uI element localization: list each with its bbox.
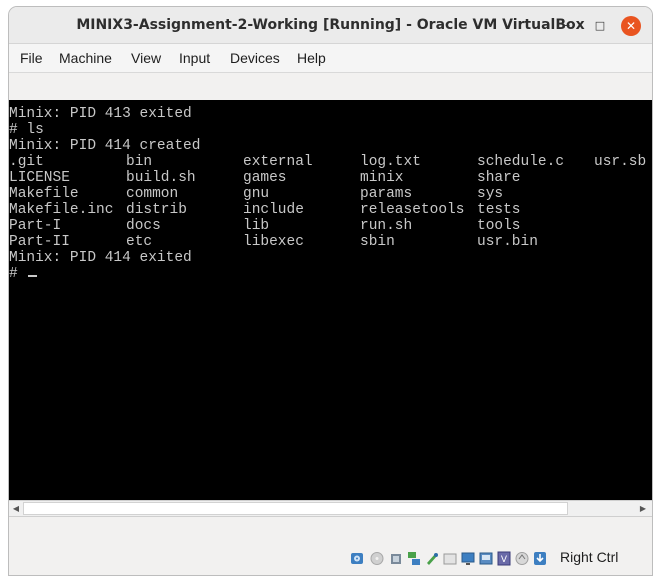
close-button[interactable]: ✕: [621, 16, 641, 36]
menu-help[interactable]: Help: [297, 44, 326, 73]
maximize-button[interactable]: □: [591, 17, 609, 35]
svg-text:V: V: [501, 555, 508, 565]
usb-icon[interactable]: [425, 551, 439, 566]
text-cursor: [28, 275, 37, 277]
shared-folders-icon[interactable]: [443, 551, 457, 566]
ls-entry: bin: [126, 154, 153, 170]
host-key-label: Right Ctrl: [560, 549, 619, 565]
ls-entry: share: [477, 170, 521, 186]
terminal-line: Minix: PID 414 exited: [9, 250, 192, 266]
scrollbar-thumb[interactable]: [23, 502, 568, 515]
ls-entry: sys: [477, 186, 504, 202]
terminal-line: # ls: [9, 122, 44, 138]
ls-entry: common: [126, 186, 179, 202]
ls-entry: params: [360, 186, 413, 202]
network-icon[interactable]: [407, 551, 421, 566]
ls-entry: Makefile.inc: [9, 202, 114, 218]
ls-entry: log.txt: [360, 154, 421, 170]
menu-file[interactable]: File: [20, 44, 43, 73]
terminal-prompt: #: [9, 266, 18, 282]
terminal-line: Minix: PID 414 created: [9, 138, 201, 154]
ls-entry: include: [243, 202, 304, 218]
horizontal-scrollbar[interactable]: ◀ ▶: [9, 500, 652, 517]
ls-entry: games: [243, 170, 287, 186]
ls-entry: schedule.c: [477, 154, 565, 170]
ls-entry: tools: [477, 218, 521, 234]
ls-entry: .git: [9, 154, 44, 170]
ls-entry: lib: [243, 218, 270, 234]
virtualization-icon[interactable]: V: [497, 551, 511, 566]
ls-entry: minix: [360, 170, 404, 186]
recording-icon[interactable]: [479, 551, 493, 566]
menu-view[interactable]: View: [131, 44, 161, 73]
virtualbox-window: MINIX3-Assignment-2-Working [Running] - …: [9, 7, 652, 575]
ls-entry: usr.sb: [594, 154, 647, 170]
ls-entry: LICENSE: [9, 170, 70, 186]
scroll-left-icon[interactable]: ◀: [9, 501, 23, 516]
ls-entry: sbin: [360, 234, 395, 250]
display-icon[interactable]: [461, 551, 475, 566]
mouse-integration-icon[interactable]: [515, 551, 529, 566]
ls-entry: gnu: [243, 186, 270, 202]
ls-entry: Makefile: [9, 186, 79, 202]
ls-entry: tests: [477, 202, 521, 218]
menu-bar: File Machine View Input Devices Help: [9, 44, 652, 73]
audio-icon[interactable]: [389, 551, 403, 566]
ls-entry: Part-II: [9, 234, 70, 250]
menu-machine[interactable]: Machine: [59, 44, 112, 73]
status-bar: V Right Ctrl: [9, 517, 652, 575]
ls-entry: distrib: [126, 202, 187, 218]
minimize-button[interactable]: –: [558, 17, 576, 35]
optical-drive-icon[interactable]: [370, 551, 384, 566]
title-bar[interactable]: MINIX3-Assignment-2-Working [Running] - …: [9, 7, 652, 44]
keyboard-capture-icon[interactable]: [533, 551, 547, 566]
ls-entry: Part-I: [9, 218, 62, 234]
ls-entry: etc: [126, 234, 153, 250]
menu-input[interactable]: Input: [179, 44, 210, 73]
ls-entry: run.sh: [360, 218, 413, 234]
ls-entry: external: [243, 154, 313, 170]
toolbar-gap: [9, 73, 652, 100]
vm-display[interactable]: Minix: PID 413 exited # ls Minix: PID 41…: [9, 100, 652, 500]
hard-disk-icon[interactable]: [350, 551, 364, 566]
ls-entry: releasetools: [360, 202, 465, 218]
ls-entry: build.sh: [126, 170, 196, 186]
scroll-right-icon[interactable]: ▶: [636, 501, 650, 516]
terminal-line: Minix: PID 413 exited: [9, 106, 192, 122]
ls-entry: libexec: [243, 234, 304, 250]
window-title: MINIX3-Assignment-2-Working [Running] - …: [76, 17, 585, 33]
ls-entry: docs: [126, 218, 161, 234]
ls-entry: usr.bin: [477, 234, 538, 250]
menu-devices[interactable]: Devices: [230, 44, 280, 73]
